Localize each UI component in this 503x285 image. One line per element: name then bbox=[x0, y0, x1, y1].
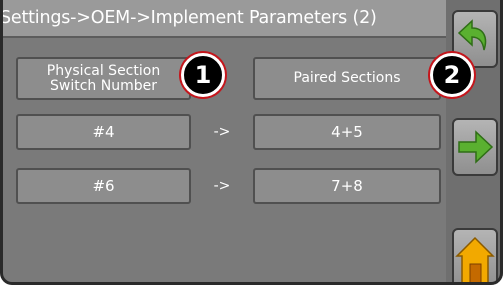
row-arrow: -> bbox=[213, 178, 231, 194]
switch-number-value: #6 bbox=[92, 177, 115, 195]
paired-sections-cell[interactable]: 4+5 bbox=[253, 114, 441, 150]
switch-number-cell[interactable]: #4 bbox=[16, 114, 191, 150]
paired-sections-cell[interactable]: 7+8 bbox=[253, 168, 441, 204]
callout-2-marker: 2 bbox=[430, 53, 474, 97]
switch-number-cell[interactable]: #6 bbox=[16, 168, 191, 204]
page-title: Settings->OEM->Implement Parameters (2) bbox=[0, 0, 446, 36]
title-divider bbox=[0, 36, 446, 38]
callout-1-marker: 1 bbox=[181, 53, 225, 97]
physical-section-switch-header: Physical Section Switch Number bbox=[16, 57, 191, 100]
home-icon bbox=[455, 236, 495, 285]
paired-sections-header-label: Paired Sections bbox=[293, 70, 401, 86]
next-arrow-icon bbox=[458, 130, 494, 164]
paired-sections-value: 4+5 bbox=[331, 123, 363, 141]
paired-sections-value: 7+8 bbox=[331, 177, 363, 195]
switch-number-value: #4 bbox=[92, 123, 115, 141]
implement-parameters-screen: Settings->OEM->Implement Parameters (2) … bbox=[0, 0, 503, 285]
next-button[interactable] bbox=[452, 118, 498, 176]
paired-sections-header: Paired Sections bbox=[253, 57, 441, 100]
physical-section-switch-header-label: Physical Section Switch Number bbox=[46, 63, 161, 94]
home-button[interactable] bbox=[452, 228, 498, 285]
row-arrow: -> bbox=[213, 124, 231, 140]
